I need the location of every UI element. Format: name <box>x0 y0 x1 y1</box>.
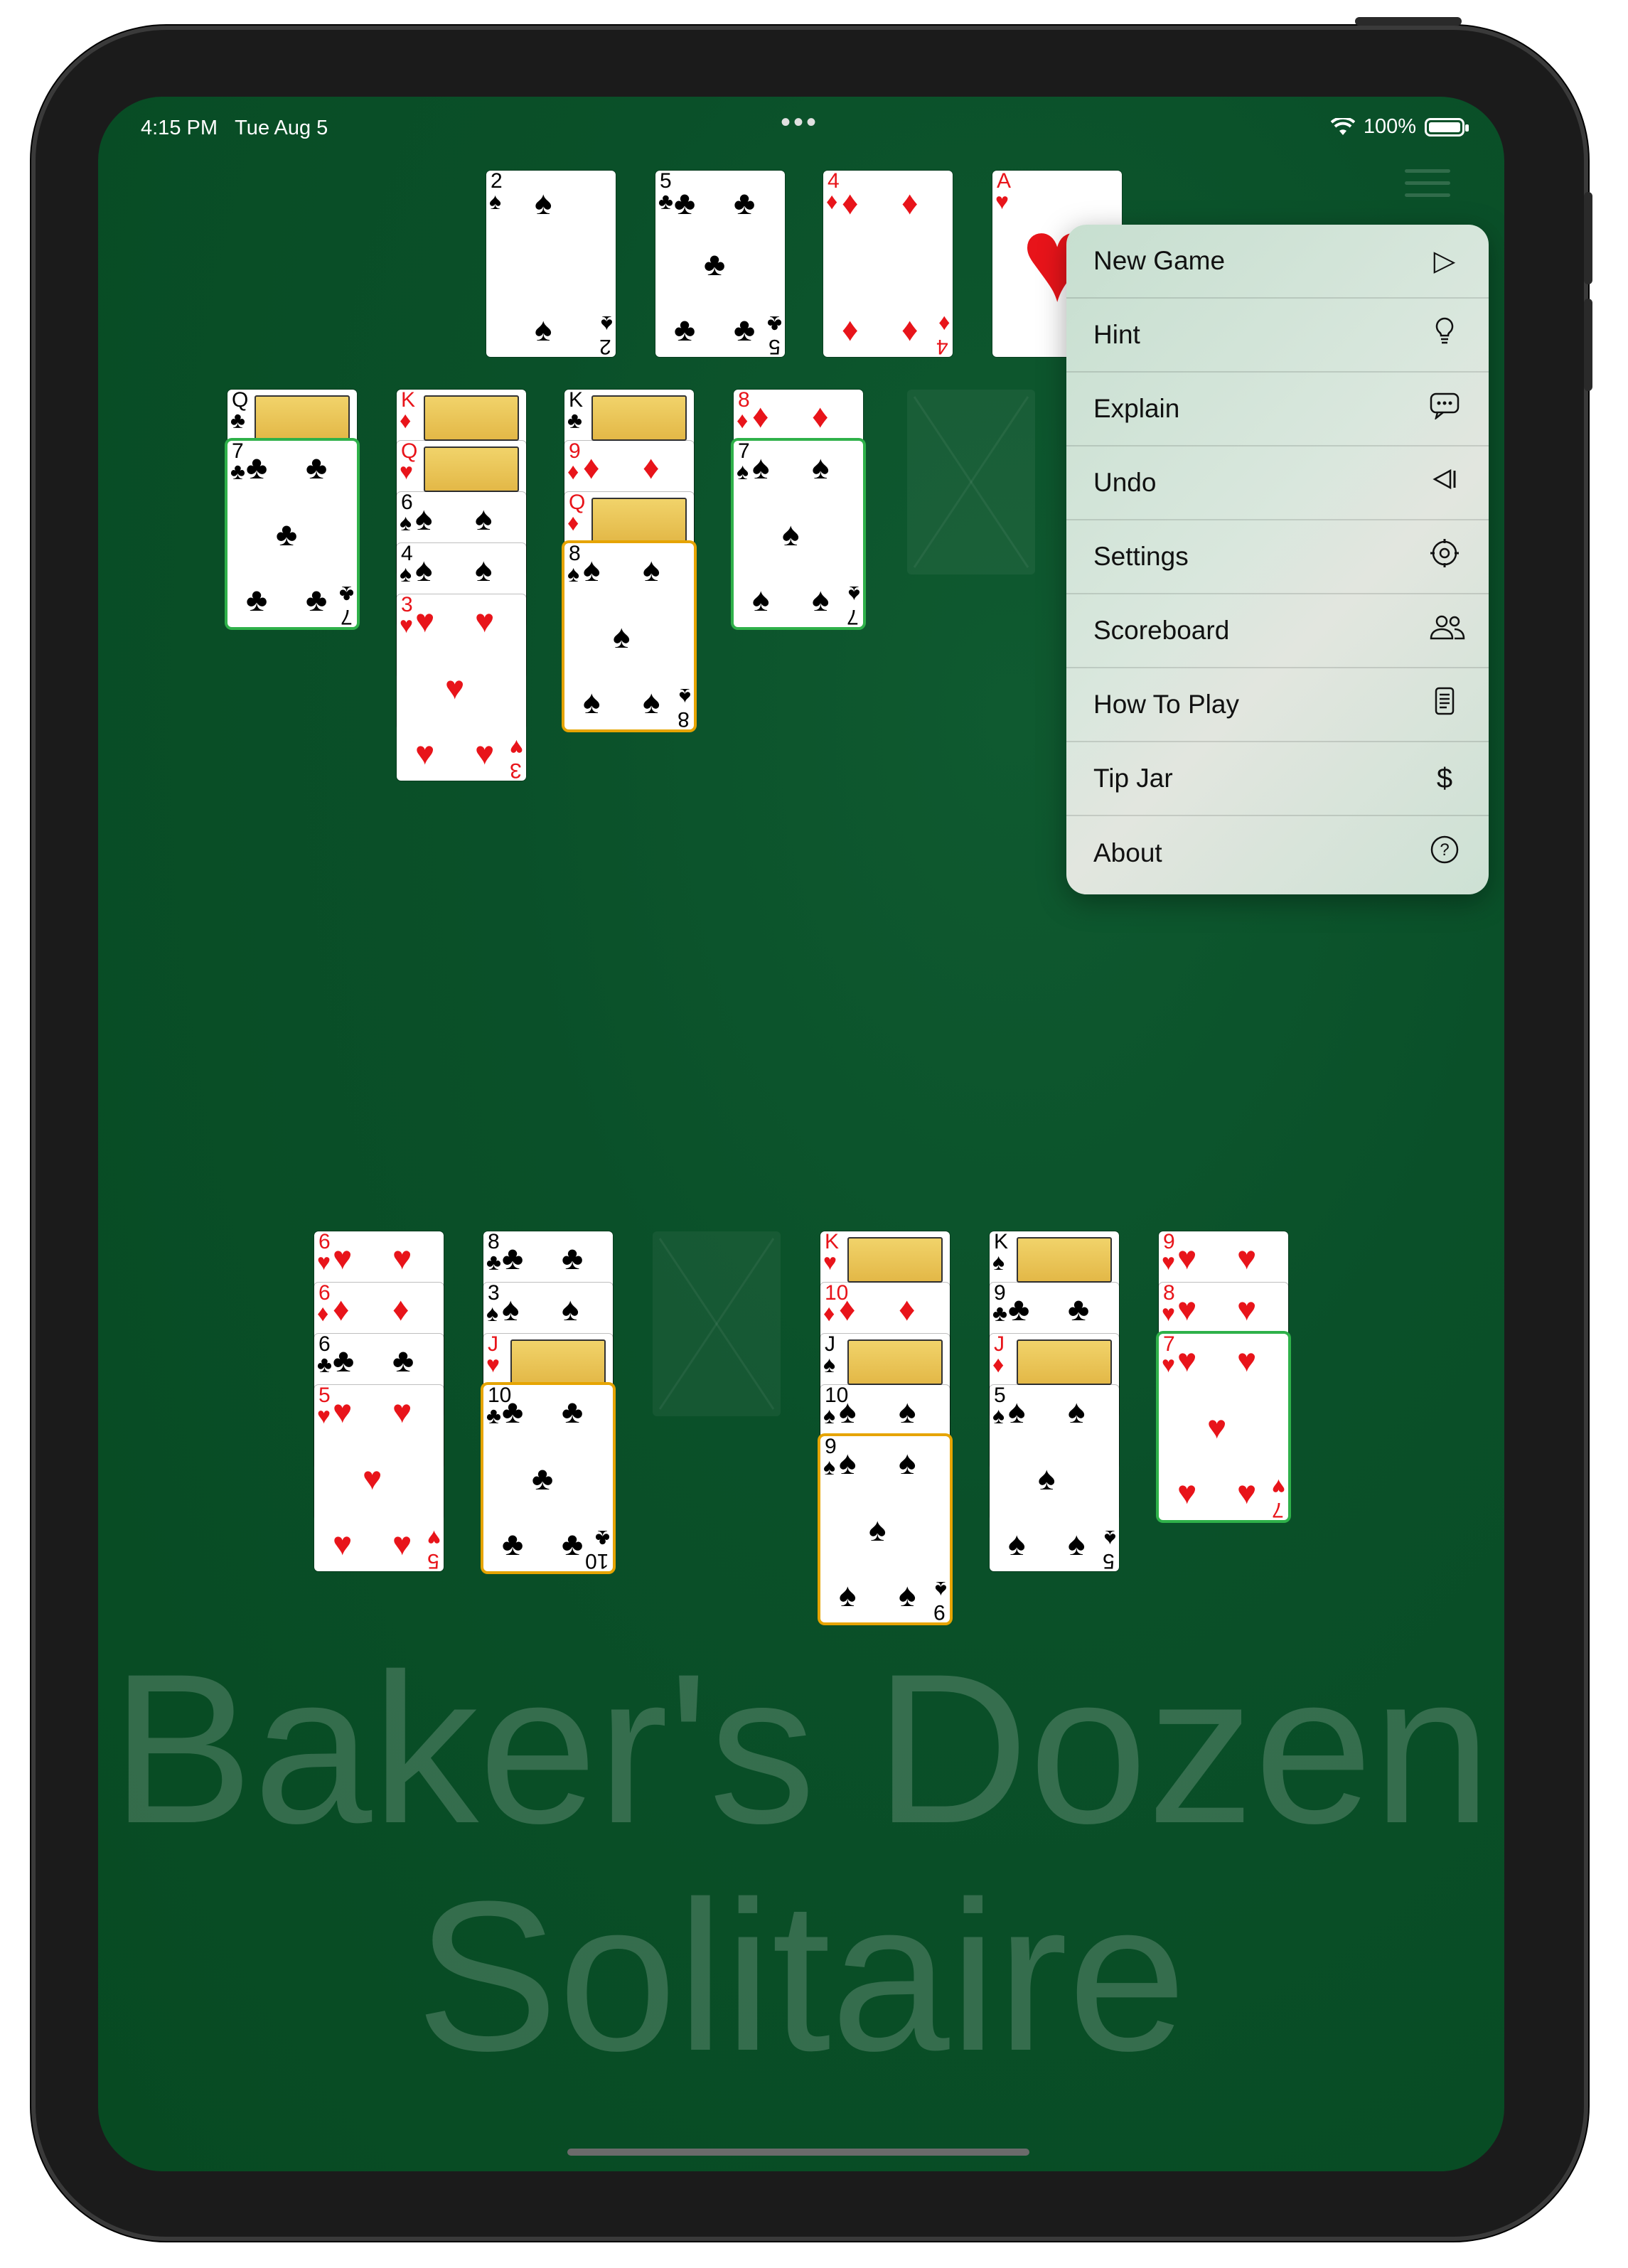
tableau-card[interactable]: 9 ♠ ♠ ♠ ♠ ♠ ♠ 9 ♠ <box>820 1436 950 1622</box>
undo-icon <box>1428 466 1462 499</box>
menu-item-undo[interactable]: Undo <box>1066 446 1489 520</box>
tableau-card[interactable]: 7 ♣ ♣ ♣ ♣ ♣ ♣ 7 ♣ <box>227 441 357 627</box>
menu-item-explain[interactable]: Explain <box>1066 373 1489 446</box>
menu-item-scoreboard[interactable]: Scoreboard <box>1066 594 1489 668</box>
play-icon: ▷ <box>1433 245 1456 277</box>
document-icon <box>1428 685 1462 724</box>
gear-icon <box>1428 537 1462 576</box>
home-indicator[interactable] <box>567 2149 1029 2156</box>
foundation-card-spades[interactable]: 2 ♠ ♠ ♠ 2 ♠ <box>486 171 616 357</box>
menu-item-hint[interactable]: Hint <box>1066 299 1489 373</box>
watermark-title-line1: Baker's Dozen <box>111 1629 1492 1868</box>
status-time-date: 4:15 PM Tue Aug 5 <box>141 117 328 139</box>
foundation-card-clubs[interactable]: 5 ♣ ♣ ♣ ♣ ♣ ♣ 5 ♣ <box>655 171 785 357</box>
svg-text:?: ? <box>1440 840 1449 860</box>
tableau-card[interactable]: 7 ♠ ♠ ♠ ♠ ♠ ♠ 7 ♠ <box>734 441 863 627</box>
foundation-card-diamonds[interactable]: 4 ♦ ♦ ♦ ♦ ♦ 4 ♦ <box>823 171 953 357</box>
menu-item-about[interactable]: About? <box>1066 816 1489 890</box>
menu-hamburger-icon[interactable] <box>1405 169 1450 209</box>
battery-icon <box>1425 117 1469 137</box>
watermark-title-line2: Solitaire <box>416 1856 1187 2095</box>
volume-up-button <box>1584 192 1592 284</box>
status-bar: 4:15 PM Tue Aug 5 ••• 100% <box>98 97 1504 161</box>
empty-tableau-slot[interactable] <box>653 1231 781 1416</box>
tableau-card[interactable]: 8 ♠ ♠ ♠ ♠ ♠ ♠ 8 ♠ <box>564 543 694 729</box>
tableau-card[interactable]: 5 ♠ ♠ ♠ ♠ ♠ ♠ 5 ♠ <box>990 1385 1119 1571</box>
menu-item-tip-jar[interactable]: Tip Jar $ <box>1066 742 1489 816</box>
people-icon <box>1428 613 1465 648</box>
battery-percent: 100% <box>1363 115 1416 138</box>
menu-item-how-to-play[interactable]: How To Play <box>1066 668 1489 742</box>
top-button <box>1355 17 1462 26</box>
menu-item-new-game[interactable]: New Game ▷ <box>1066 225 1489 299</box>
dollar-icon: $ <box>1436 762 1453 794</box>
menu-item-settings[interactable]: Settings <box>1066 520 1489 594</box>
lightbulb-icon <box>1428 316 1462 354</box>
speech-bubble-icon <box>1428 391 1462 427</box>
wifi-icon <box>1330 117 1355 135</box>
tableau-card[interactable]: 3 ♥ ♥ ♥ ♥ ♥ ♥ 3 ♥ <box>397 594 526 781</box>
game-menu: New Game ▷ Hint Explain Undo Settings Sco… <box>1066 225 1489 894</box>
volume-down-button <box>1584 299 1592 391</box>
question-icon: ? <box>1428 834 1462 872</box>
status-right: 100% <box>1330 115 1469 139</box>
multitasking-dots-icon[interactable]: ••• <box>781 107 819 139</box>
empty-tableau-slot[interactable] <box>907 390 1035 574</box>
game-screen: 4:15 PM Tue Aug 5 ••• 100% Baker's Dozen… <box>98 97 1504 2171</box>
tableau-card[interactable]: 7 ♥ ♥ ♥ ♥ ♥ ♥ 7 ♥ <box>1159 1334 1288 1520</box>
tableau-card[interactable]: 10 ♣ ♣ ♣ ♣ ♣ ♣ 10 ♣ <box>483 1385 613 1571</box>
tableau-card[interactable]: 5 ♥ ♥ ♥ ♥ ♥ ♥ 5 ♥ <box>314 1385 444 1571</box>
